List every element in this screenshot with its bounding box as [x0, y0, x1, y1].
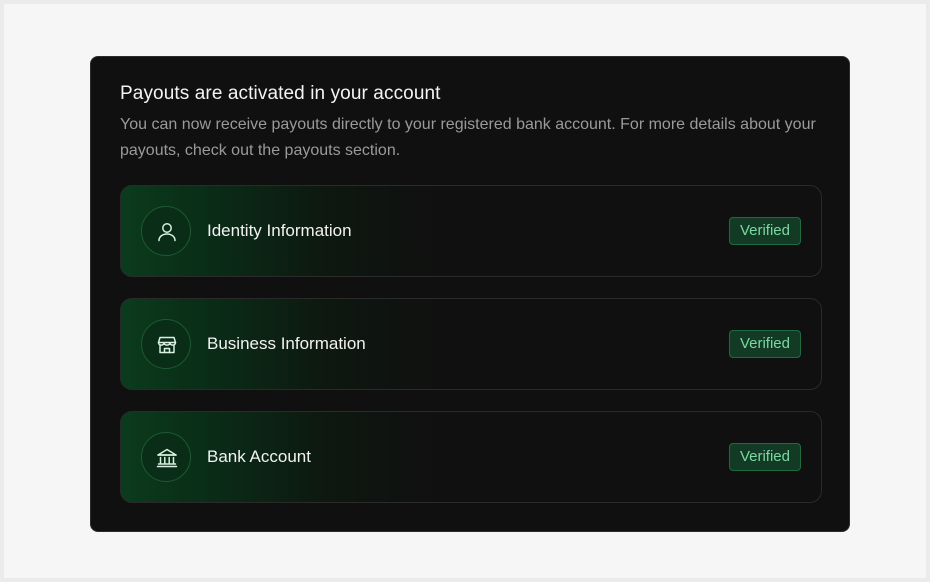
- verified-badge: Verified: [728, 443, 801, 471]
- card-description: You can now receive payouts directly to …: [120, 116, 816, 159]
- verification-list: Identity Information Verified Business I…: [120, 185, 822, 503]
- bank-account-item[interactable]: Bank Account Verified: [120, 411, 822, 503]
- item-label: Bank Account: [207, 447, 311, 466]
- item-label: Identity Information: [207, 221, 352, 240]
- store-icon: [141, 319, 191, 369]
- item-label: Business Information: [207, 334, 366, 353]
- user-icon: [141, 206, 191, 256]
- verified-badge: Verified: [728, 330, 801, 358]
- card-title: Payouts are activated in your account: [120, 83, 441, 104]
- business-information-item[interactable]: Business Information Verified: [120, 298, 822, 390]
- identity-information-item[interactable]: Identity Information Verified: [120, 185, 822, 277]
- payouts-card: Payouts are activated in your account Yo…: [90, 56, 850, 532]
- page-background: Payouts are activated in your account Yo…: [4, 4, 926, 578]
- verified-badge: Verified: [728, 217, 801, 245]
- bank-icon: [141, 432, 191, 482]
